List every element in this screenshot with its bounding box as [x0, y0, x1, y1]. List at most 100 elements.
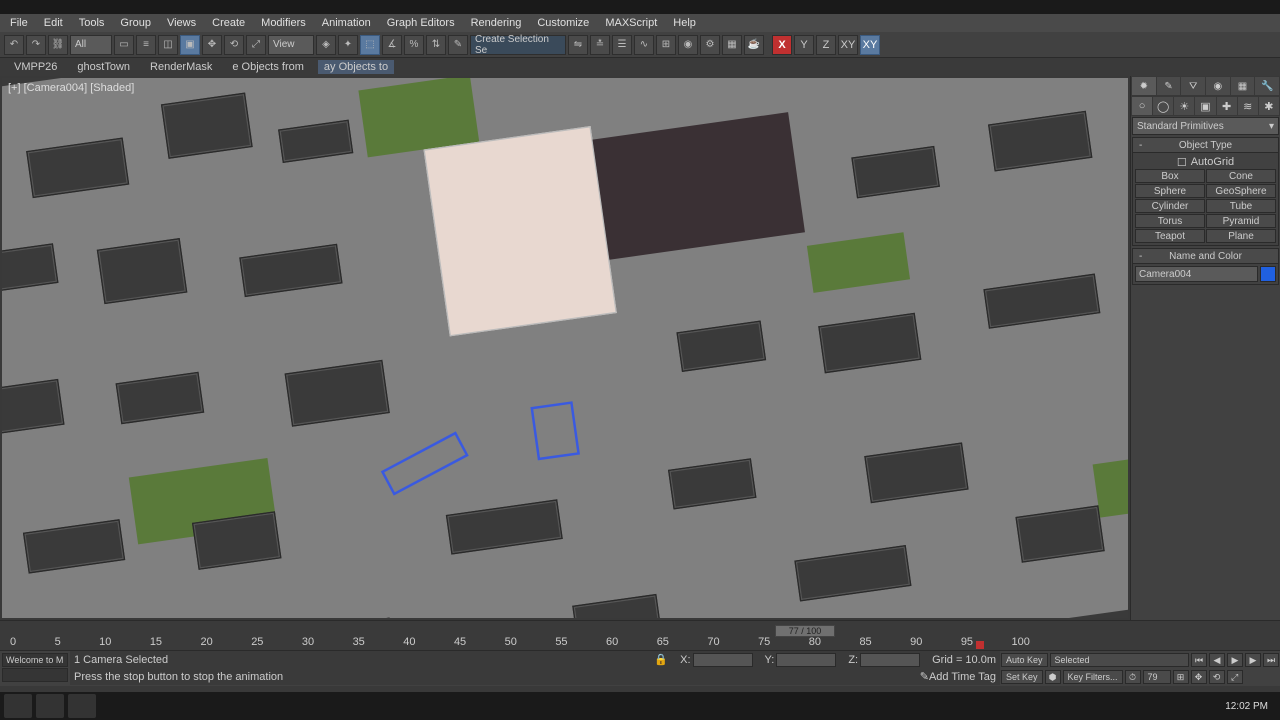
viewport-label[interactable]: [+] [Camera004] [Shaded]	[8, 82, 134, 94]
select-name-icon[interactable]: ≡	[136, 35, 156, 55]
object-name-input[interactable]: Camera004	[1135, 266, 1258, 282]
plane-button[interactable]: Plane	[1206, 229, 1276, 243]
layers-icon[interactable]: ☰	[612, 35, 632, 55]
maxscript-mini[interactable]: Welcome to M	[2, 653, 68, 667]
menu-maxscript[interactable]: MAXScript	[605, 17, 657, 29]
helpers-cat-icon[interactable]: ✚	[1217, 97, 1237, 115]
pyramid-button[interactable]: Pyramid	[1206, 214, 1276, 228]
primitive-dropdown[interactable]: Standard Primitives	[1132, 117, 1279, 135]
sphere-button[interactable]: Sphere	[1135, 184, 1205, 198]
viewport[interactable]: [+] [Camera004] [Shaded]	[2, 78, 1128, 618]
timeline-key-marker[interactable]	[976, 641, 984, 649]
utilities-tab-icon[interactable]: 🔧	[1255, 77, 1279, 95]
cone-button[interactable]: Cone	[1206, 169, 1276, 183]
add-time-tag[interactable]: Add Time Tag	[929, 671, 996, 683]
autogrid-checkbox[interactable]: ☐AutoGrid	[1135, 155, 1276, 169]
coord-z-input[interactable]	[860, 653, 920, 667]
name-color-rollout[interactable]: Name and Color	[1132, 248, 1279, 264]
modify-tab-icon[interactable]: ✎	[1157, 77, 1181, 95]
maxscript-listener[interactable]	[2, 668, 68, 682]
play-icon[interactable]: ▶	[1227, 653, 1243, 667]
tube-button[interactable]: Tube	[1206, 199, 1276, 213]
select-region-icon[interactable]: ◫	[158, 35, 178, 55]
select-icon[interactable]: ▭	[114, 35, 134, 55]
auto-key-button[interactable]: Auto Key	[1001, 653, 1048, 667]
geometry-cat-icon[interactable]: ○	[1132, 97, 1152, 115]
teapot-button[interactable]: Teapot	[1135, 229, 1205, 243]
render-setup-icon[interactable]: ⚙	[700, 35, 720, 55]
axis-x-button[interactable]: X	[772, 35, 792, 55]
box-button[interactable]: Box	[1135, 169, 1205, 183]
object-color-swatch[interactable]	[1260, 266, 1276, 282]
menu-file[interactable]: File	[10, 17, 28, 29]
system-clock[interactable]: 12:02 PM	[1225, 701, 1276, 712]
object-type-rollout[interactable]: Object Type	[1132, 137, 1279, 153]
axis-xy-button[interactable]: XY	[838, 35, 858, 55]
menu-create[interactable]: Create	[212, 17, 245, 29]
coord-x-input[interactable]	[693, 653, 753, 667]
redo-icon[interactable]: ↷	[26, 35, 46, 55]
align-icon[interactable]: ≛	[590, 35, 610, 55]
display-tab-icon[interactable]: ▦	[1231, 77, 1255, 95]
menu-modifiers[interactable]: Modifiers	[261, 17, 306, 29]
time-tag-icon[interactable]: ✎	[920, 670, 929, 683]
create-tab-icon[interactable]: ✹	[1132, 77, 1156, 95]
tab-objfrom[interactable]: e Objects from	[226, 60, 310, 74]
time-config-icon[interactable]: ⏱	[1125, 670, 1141, 684]
key-mode-icon[interactable]: ⬢	[1045, 670, 1061, 684]
nav-icon-4[interactable]: ⤢	[1227, 670, 1243, 684]
hierarchy-tab-icon[interactable]: ⛛	[1181, 77, 1205, 95]
geosphere-button[interactable]: GeoSphere	[1206, 184, 1276, 198]
named-selection-dropdown[interactable]: Create Selection Se	[470, 35, 566, 55]
cylinder-button[interactable]: Cylinder	[1135, 199, 1205, 213]
timeline-ruler[interactable]: 0510152025303540455055606570758085909510…	[10, 636, 1030, 648]
menu-edit[interactable]: Edit	[44, 17, 63, 29]
windows-taskbar[interactable]: 12:02 PM	[0, 692, 1280, 720]
spinner-snap-icon[interactable]: ⇅	[426, 35, 446, 55]
tab-vmpp[interactable]: VMPP26	[8, 60, 63, 74]
render-frame-icon[interactable]: ▦	[722, 35, 742, 55]
nav-icon-1[interactable]: ⊞	[1173, 670, 1189, 684]
axis-z-button[interactable]: Z	[816, 35, 836, 55]
nav-icon-3[interactable]: ⟲	[1209, 670, 1225, 684]
menu-grapheditors[interactable]: Graph Editors	[387, 17, 455, 29]
systems-cat-icon[interactable]: ✱	[1259, 97, 1279, 115]
angle-snap-icon[interactable]: ∡	[382, 35, 402, 55]
menu-group[interactable]: Group	[120, 17, 151, 29]
manip-icon[interactable]: ✦	[338, 35, 358, 55]
torus-button[interactable]: Torus	[1135, 214, 1205, 228]
lock-icon[interactable]: 🔒	[654, 653, 668, 666]
start-button[interactable]	[4, 694, 32, 718]
key-filters-button[interactable]: Key Filters...	[1063, 670, 1123, 684]
menu-animation[interactable]: Animation	[322, 17, 371, 29]
coord-y-input[interactable]	[776, 653, 836, 667]
menu-help[interactable]: Help	[673, 17, 696, 29]
cameras-cat-icon[interactable]: ▣	[1195, 97, 1215, 115]
lights-cat-icon[interactable]: ☀	[1174, 97, 1194, 115]
set-key-button[interactable]: Set Key	[1001, 670, 1043, 684]
nav-icon-2[interactable]: ✥	[1191, 670, 1207, 684]
curve-editor-icon[interactable]: ∿	[634, 35, 654, 55]
axis-y-button[interactable]: Y	[794, 35, 814, 55]
menu-rendering[interactable]: Rendering	[471, 17, 522, 29]
undo-icon[interactable]: ↶	[4, 35, 24, 55]
mirror-icon[interactable]: ⇋	[568, 35, 588, 55]
shapes-cat-icon[interactable]: ◯	[1153, 97, 1173, 115]
current-frame-input[interactable]: 79	[1143, 670, 1171, 684]
selected-dropdown[interactable]: Selected	[1050, 653, 1189, 667]
menu-views[interactable]: Views	[167, 17, 196, 29]
percent-snap-icon[interactable]: %	[404, 35, 424, 55]
menu-customize[interactable]: Customize	[537, 17, 589, 29]
goto-end-icon[interactable]: ⏭	[1263, 653, 1279, 667]
search-icon[interactable]	[36, 694, 64, 718]
schematic-icon[interactable]: ⊞	[656, 35, 676, 55]
rotate-icon[interactable]: ⟲	[224, 35, 244, 55]
window-crossing-icon[interactable]: ▣	[180, 35, 200, 55]
tab-ghosttown[interactable]: ghostTown	[71, 60, 136, 74]
next-frame-icon[interactable]: ▶	[1245, 653, 1261, 667]
tab-objto[interactable]: ay Objects to	[318, 60, 394, 74]
time-slider[interactable]: 77 / 100 0510152025303540455055606570758…	[0, 620, 1280, 650]
tab-rendermask[interactable]: RenderMask	[144, 60, 218, 74]
material-icon[interactable]: ◉	[678, 35, 698, 55]
task-view-icon[interactable]	[68, 694, 96, 718]
